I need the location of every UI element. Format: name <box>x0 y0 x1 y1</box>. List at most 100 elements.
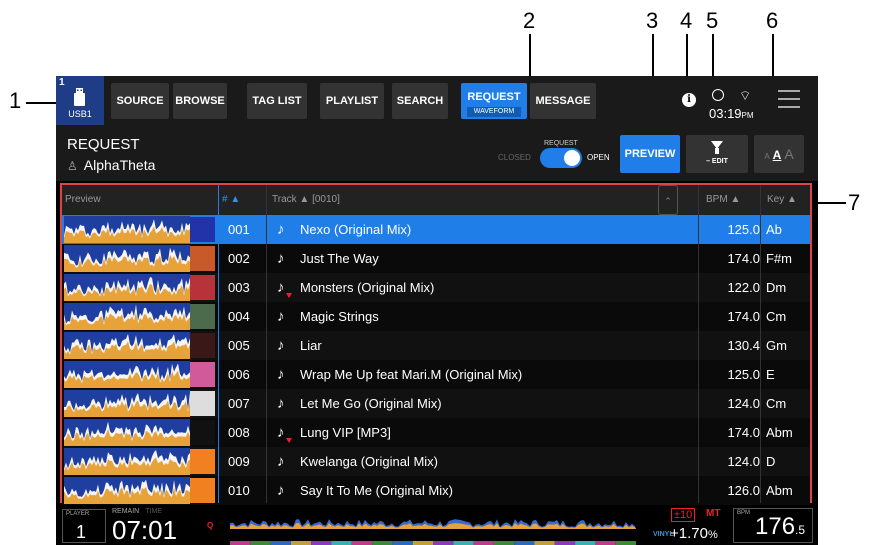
callout-1: 1 <box>9 88 22 113</box>
time-label: TIME <box>145 508 162 515</box>
preview-waveform[interactable] <box>64 303 190 330</box>
page-title: REQUEST <box>67 136 140 153</box>
track-number: 007 <box>228 396 250 411</box>
tag-list-button[interactable]: TAG LIST <box>247 83 307 119</box>
preview-waveform[interactable] <box>64 448 190 475</box>
track-number: 004 <box>228 309 250 324</box>
music-note-icon: ♪ <box>277 308 285 325</box>
preview-button[interactable]: PREVIEW <box>620 135 680 173</box>
usb-number: 1 <box>59 77 65 88</box>
playlist-button[interactable]: PLAYLIST <box>320 83 384 119</box>
font-size-button[interactable]: AAA <box>754 135 804 173</box>
preview-waveform[interactable] <box>64 361 190 388</box>
user-row: ♙ AlphaTheta <box>67 157 155 173</box>
usb-label: USB1 <box>68 109 92 119</box>
player-box: PLAYER 1 <box>62 509 106 543</box>
music-note-icon: ♪ <box>277 453 285 470</box>
track-title: Nexo (Original Mix) <box>300 222 412 237</box>
track-bpm: 125.0 <box>727 222 760 237</box>
track-bpm: 174.0 <box>727 425 760 440</box>
album-art <box>190 449 215 474</box>
wifi-icon: ⌔ <box>739 88 752 103</box>
remain-label: REMAIN <box>112 508 140 515</box>
track-key: E <box>766 367 775 382</box>
clock-suffix: PM <box>741 111 754 120</box>
track-bpm: 174.0 <box>727 251 760 266</box>
preview-waveform[interactable] <box>64 332 190 359</box>
master-tempo-indicator: MT <box>706 508 721 519</box>
top-bar: 1 USB1 SOURCE BROWSE TAG LIST PLAYLIST S… <box>56 76 818 127</box>
track-list: Preview # ▲ Track ▲ [0010] ⌃ BPM ▲ Key ▲… <box>60 183 812 505</box>
music-note-icon: ♪ <box>277 424 285 441</box>
col-track[interactable]: Track ▲ [0010] <box>272 185 340 215</box>
person-icon: ♙ <box>67 159 78 173</box>
pitch-value: +1.70 <box>670 525 708 542</box>
overview-waveform[interactable] <box>230 509 636 545</box>
pitch-range: ±10 <box>671 508 696 522</box>
music-note-icon: ♪ <box>277 279 285 296</box>
track-key: Cm <box>766 396 787 411</box>
preview-waveform[interactable] <box>64 419 190 446</box>
player-footer: PLAYER 1 REMAIN TIME 07:01 Q VINYL ±10 MT… <box>56 505 818 545</box>
usb-source-button[interactable]: 1 USB1 <box>56 76 104 125</box>
track-number: 006 <box>228 367 250 382</box>
remain-time-labels: REMAIN TIME <box>112 508 162 515</box>
col-key[interactable]: Key ▲ <box>767 185 797 215</box>
browse-button[interactable]: BROWSE <box>173 83 227 119</box>
track-title: Magic Strings <box>300 309 379 324</box>
track-key: Dm <box>766 280 787 295</box>
track-number: 010 <box>228 483 250 498</box>
clock: 03:19PM <box>709 106 754 121</box>
track-title: Lung VIP [MP3] <box>300 425 391 440</box>
col-number[interactable]: # ▲ <box>222 185 240 215</box>
source-button[interactable]: SOURCE <box>111 83 169 119</box>
usb-icon <box>74 88 85 106</box>
edit-label: – EDIT <box>706 158 728 165</box>
track-number: 003 <box>228 280 250 295</box>
track-title: Just The Way <box>300 251 379 266</box>
track-bpm: 122.0 <box>727 280 760 295</box>
callout-5: 5 <box>706 8 719 33</box>
preview-waveform[interactable] <box>64 390 190 417</box>
info-icon[interactable]: i <box>682 93 696 107</box>
album-art <box>190 420 215 445</box>
callout-7: 7 <box>848 190 861 215</box>
message-button[interactable]: MESSAGE <box>530 83 596 119</box>
request-button[interactable]: REQUEST WAVEFORM <box>461 83 527 119</box>
pitch-unit: % <box>707 529 718 541</box>
col-preview[interactable]: Preview <box>65 185 101 215</box>
callout-4: 4 <box>680 8 693 33</box>
album-art <box>190 275 215 300</box>
callout-1-line <box>26 102 58 104</box>
preview-waveform[interactable] <box>64 216 190 243</box>
album-art <box>190 217 215 242</box>
track-title: Monsters (Original Mix) <box>300 280 435 295</box>
request-open-toggle[interactable] <box>540 148 582 168</box>
track-key: Abm <box>766 425 793 440</box>
user-name: AlphaTheta <box>83 157 156 173</box>
music-note-icon: ♪ <box>277 482 285 499</box>
track-number: 005 <box>228 338 250 353</box>
globe-icon <box>712 89 724 101</box>
search-button[interactable]: SEARCH <box>392 83 448 119</box>
track-number: 001 <box>228 222 250 237</box>
preview-waveform[interactable] <box>64 477 190 504</box>
track-bpm: 126.0 <box>727 483 760 498</box>
track-bpm: 174.0 <box>727 309 760 324</box>
music-note-icon: ♪ <box>277 337 285 354</box>
filter-edit-button[interactable]: – EDIT <box>686 135 748 173</box>
col-bpm[interactable]: BPM ▲ <box>706 185 740 215</box>
track-number: 008 <box>228 425 250 440</box>
bpm-dec: .5 <box>795 523 806 537</box>
font-small: A <box>764 152 770 161</box>
track-bpm: 130.4 <box>727 338 760 353</box>
sort-toggle-button[interactable]: ⌃ <box>658 185 678 215</box>
track-bpm: 125.0 <box>727 367 760 382</box>
preview-waveform[interactable] <box>64 274 190 301</box>
album-art <box>190 478 215 503</box>
preview-waveform[interactable] <box>64 245 190 272</box>
menu-icon[interactable] <box>778 90 800 108</box>
music-note-icon: ♪ <box>277 221 285 238</box>
callout-2: 2 <box>523 8 536 33</box>
album-art <box>190 304 215 329</box>
